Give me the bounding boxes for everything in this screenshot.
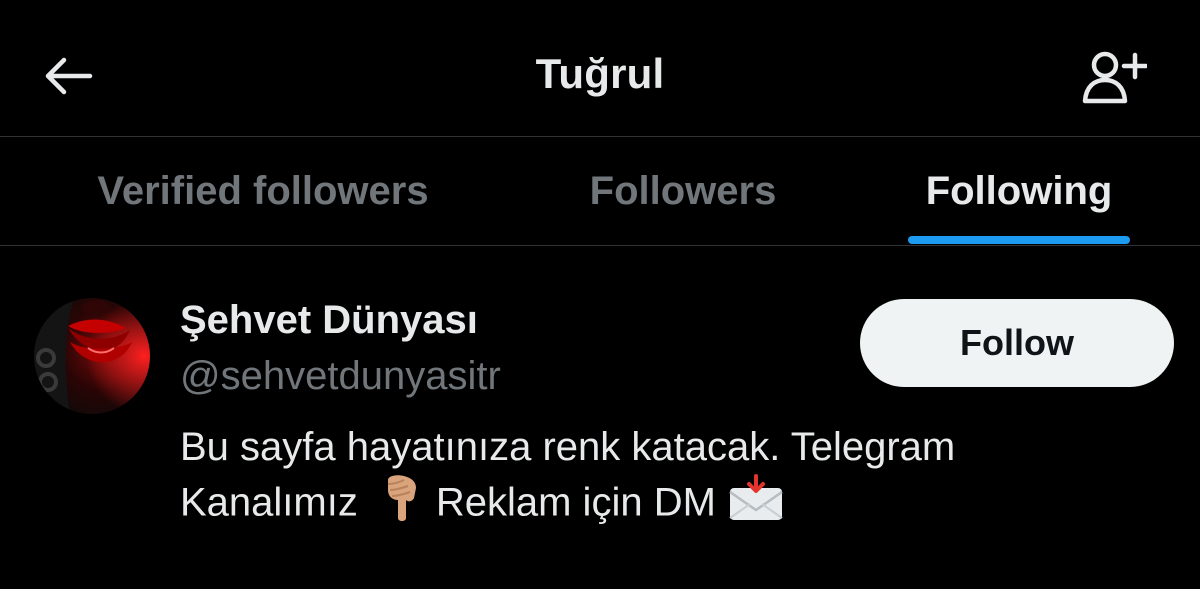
add-user-button[interactable]	[1076, 46, 1152, 108]
user-handle: @sehvetdunyasitr	[180, 354, 501, 398]
bio-line-2-end: Reklam için DM	[435, 480, 716, 525]
active-tab-indicator	[908, 236, 1130, 244]
tab-following[interactable]: Following	[896, 137, 1142, 245]
bio-line-2-start: Kanalımız	[180, 480, 358, 525]
user-list-item[interactable]: Şehvet Dünyası @sehvetdunyasitr Bu sayfa…	[0, 246, 1200, 589]
bio-line-1: Bu sayfa hayatınıza renk katacak. Telegr…	[180, 425, 956, 469]
user-bio: Bu sayfa hayatınıza renk katacak. Telegr…	[180, 420, 1080, 536]
tab-bar: Verified followers Followers Following	[0, 137, 1200, 246]
inbox-mail-icon	[728, 474, 784, 536]
avatar[interactable]	[34, 298, 150, 414]
top-bar: Tuğrul	[0, 0, 1200, 137]
user-display-name: Şehvet Dünyası	[180, 298, 478, 342]
pointing-down-icon	[380, 474, 422, 536]
tab-followers[interactable]: Followers	[560, 137, 806, 245]
tab-verified-followers[interactable]: Verified followers	[40, 137, 486, 245]
add-user-icon	[1082, 51, 1147, 104]
red-lips-avatar	[34, 298, 150, 414]
follow-button[interactable]: Follow	[860, 299, 1174, 387]
page-title: Tuğrul	[535, 50, 665, 97]
